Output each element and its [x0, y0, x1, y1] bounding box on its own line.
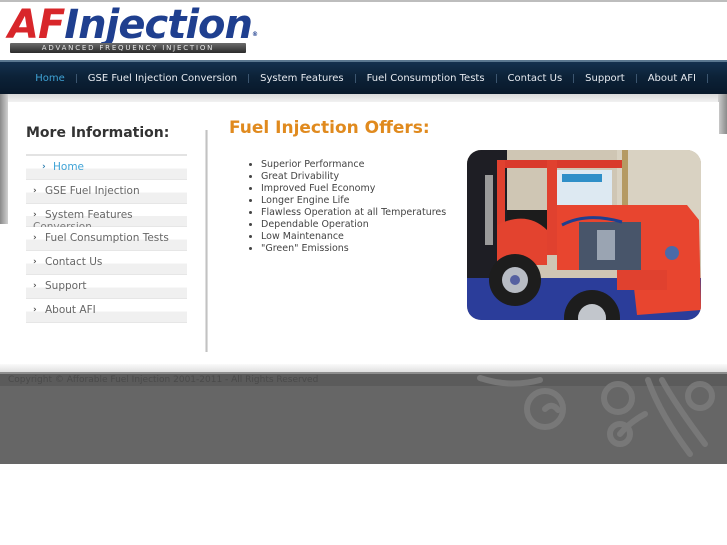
sidebar-item-fuel-tests[interactable]: › Fuel Consumption Tests — [26, 227, 187, 252]
nav-item-fuel-tests: Fuel Consumption Tests — [367, 73, 508, 84]
logo-registered-mark: ® — [251, 31, 258, 38]
sidebar-item-label: Contact Us — [45, 256, 103, 269]
logo-af-text: AF — [8, 2, 65, 48]
sidebar-item-label: GSE Fuel Injection — [45, 184, 140, 197]
header: AFInjection® ADVANCED FREQUENCY INJECTIO… — [0, 2, 727, 60]
nav-item-home: Home — [35, 73, 88, 84]
chevron-right-icon: › — [33, 257, 37, 268]
nav-link-home[interactable]: Home — [35, 73, 65, 84]
chevron-right-icon: › — [33, 185, 37, 196]
sidebar-item-label: System Features — [45, 208, 133, 221]
nav-link-gse-conversion[interactable]: GSE Fuel Injection Conversion — [88, 73, 237, 84]
nav-link-fuel-tests[interactable]: Fuel Consumption Tests — [367, 73, 485, 84]
logo-injection-text: Injection — [64, 2, 253, 48]
nav-separator — [707, 73, 708, 83]
nav-link-contact[interactable]: Contact Us — [508, 73, 563, 84]
sidebar-item-label: Fuel Consumption Tests — [45, 232, 169, 245]
page-title: Fuel Injection Offers: — [229, 118, 430, 138]
nav-item-contact: Contact Us — [508, 73, 586, 84]
chevron-right-icon: › — [33, 233, 37, 244]
nav-item-support: Support — [585, 73, 648, 84]
nav-item-about: About AFI — [648, 73, 719, 84]
sidebar-item-system-features[interactable]: Conversion›System Features — [26, 203, 187, 233]
offer-item: Longer Engine Life — [261, 195, 446, 207]
chevron-right-icon: › — [33, 280, 37, 291]
offer-item: Flawless Operation at all Temperatures — [261, 207, 446, 219]
nav-separator — [635, 73, 637, 83]
decorative-swirls-icon — [477, 375, 715, 457]
offer-item: Superior Performance — [261, 159, 446, 171]
site-logo[interactable]: AFInjection® ADVANCED FREQUENCY INJECTIO… — [8, 3, 258, 55]
column-divider — [205, 130, 208, 352]
right-page-shadow — [718, 94, 727, 134]
nav-separator — [573, 73, 575, 83]
nav-separator — [495, 73, 497, 83]
nav-separator — [75, 73, 77, 83]
nav-item-gse-conversion: GSE Fuel Injection Conversion — [88, 73, 260, 84]
offer-item: Low Maintenance — [261, 231, 446, 243]
sidebar-item-contact[interactable]: › Contact Us — [26, 251, 187, 275]
sidebar-menu: ›Home ›GSE Fuel Injection Conversion›Sys… — [26, 154, 187, 323]
tractor-photo — [467, 150, 701, 320]
sidebar-item-label: Support — [45, 279, 87, 292]
chevron-right-icon: › — [33, 209, 37, 220]
sidebar-item-support[interactable]: › Support — [26, 274, 187, 299]
chevron-right-icon: › — [42, 162, 46, 172]
nav-separator — [354, 73, 356, 83]
offer-item: Improved Fuel Economy — [261, 183, 446, 195]
chevron-right-icon: › — [33, 304, 37, 315]
sidebar-item-label: Home — [53, 161, 85, 173]
footer: Copyright © Afforable Fuel Injection 200… — [0, 372, 727, 464]
offer-item: Great Drivability — [261, 171, 446, 183]
sidebar-item-about[interactable]: › About AFI — [26, 298, 187, 323]
logo-tagline: ADVANCED FREQUENCY INJECTION — [10, 43, 246, 53]
tractor-illustration — [467, 150, 701, 320]
copyright-text: Copyright © Afforable Fuel Injection 200… — [8, 375, 319, 385]
nav-separator — [248, 73, 250, 83]
main-navigation: Home GSE Fuel Injection Conversion Syste… — [0, 60, 727, 94]
offer-item: Dependable Operation — [261, 219, 446, 231]
offers-list: Superior Performance Great Drivability I… — [261, 159, 446, 255]
nav-link-system-features[interactable]: System Features — [260, 73, 343, 84]
nav-link-support[interactable]: Support — [585, 73, 625, 84]
nav-link-about[interactable]: About AFI — [648, 73, 696, 84]
offer-item: "Green" Emissions — [261, 243, 446, 255]
nav-item-system-features: System Features — [260, 73, 366, 84]
sidebar-item-home[interactable]: › Home — [26, 156, 187, 180]
sidebar-item-label: About AFI — [45, 303, 96, 316]
sidebar-item-gse-conversion[interactable]: › GSE Fuel Injection — [26, 179, 187, 204]
footer-top-shadow — [0, 364, 727, 372]
sidebar-title: More Information: — [26, 125, 170, 141]
left-page-shadow — [0, 94, 8, 224]
content-top-shadow — [0, 94, 727, 102]
